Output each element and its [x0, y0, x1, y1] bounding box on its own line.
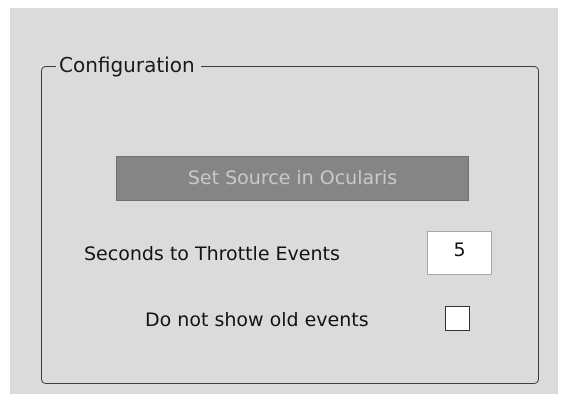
- set-source-button[interactable]: Set Source in Ocularis: [116, 156, 469, 201]
- hide-old-events-checkbox[interactable]: [445, 306, 470, 331]
- throttle-seconds-label: Seconds to Throttle Events: [84, 243, 340, 265]
- hide-old-events-label: Do not show old events: [145, 309, 369, 331]
- configuration-group-title: Configuration: [56, 52, 201, 78]
- throttle-seconds-input[interactable]: [427, 231, 492, 275]
- configuration-groupbox: [41, 66, 539, 384]
